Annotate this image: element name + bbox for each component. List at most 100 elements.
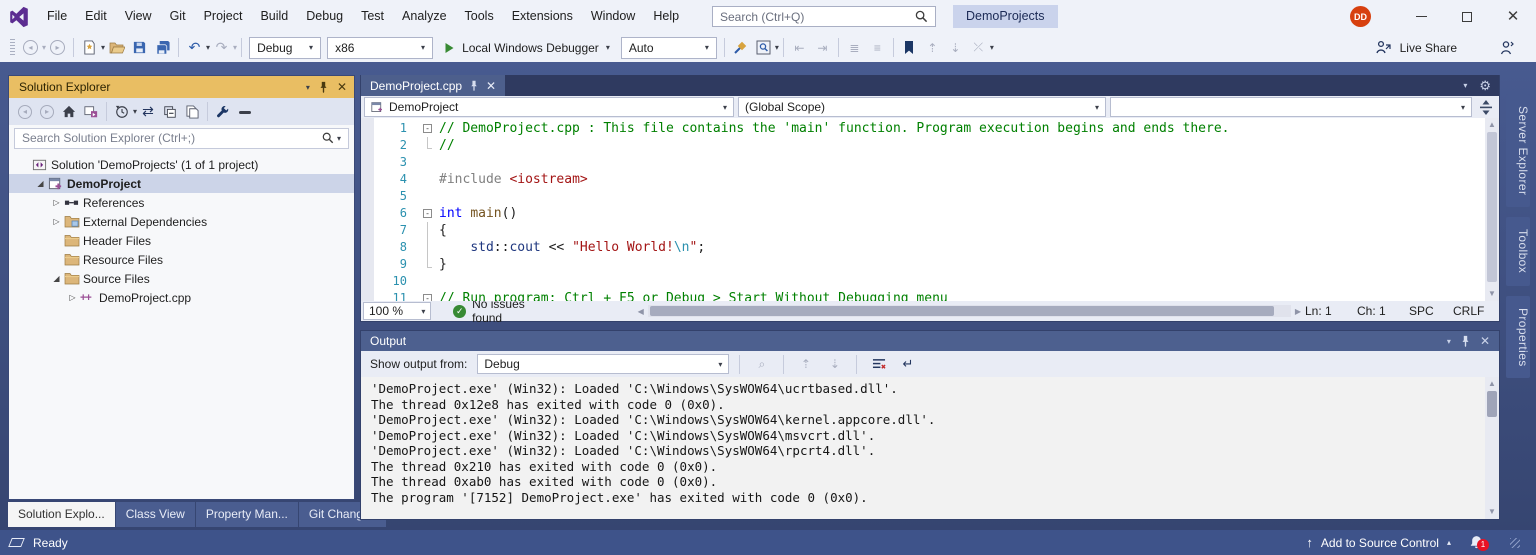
output-close-icon[interactable]: ✕ <box>1480 334 1490 348</box>
panel-tab-property-man[interactable]: Property Man... <box>195 502 298 527</box>
increase-indent-button[interactable]: ⇥ <box>811 37 834 59</box>
toolbar-overflow-dropdown[interactable]: ▾ <box>990 43 994 52</box>
se-back-button[interactable]: ◂ <box>14 101 36 123</box>
document-tab-active[interactable]: DemoProject.cpp ✕ <box>361 75 506 96</box>
clear-bookmarks-button[interactable]: ⤫ <box>967 37 990 59</box>
source-control-dropdown[interactable]: ▴ <box>1447 538 1451 547</box>
new-project-button[interactable] <box>78 37 101 59</box>
se-search-options-dropdown[interactable]: ▾ <box>337 134 341 143</box>
scrollbar-thumb[interactable] <box>1487 132 1497 282</box>
sync-with-active-document-button[interactable]: ⇄ <box>137 101 159 123</box>
tree-item-solution-demoprojects-1-of-1-project[interactable]: Solution 'DemoProjects' (1 of 1 project) <box>9 155 354 174</box>
status-column[interactable]: Ch: 1 <box>1357 304 1409 318</box>
minimize-button[interactable] <box>1398 0 1444 33</box>
h-scrollbar-thumb[interactable] <box>649 306 1274 316</box>
code-line-11[interactable]: 11 -// Run program: Ctrl + F5 or Debug > … <box>374 290 1499 301</box>
editor-horizontal-scrollbar[interactable]: ◀ ▶ <box>634 305 1305 317</box>
redo-dropdown[interactable]: ▾ <box>233 43 237 52</box>
show-all-files-button[interactable] <box>181 101 203 123</box>
output-log[interactable]: 'DemoProject.exe' (Win32): Loaded 'C:\Wi… <box>361 377 1499 519</box>
live-share-label[interactable]: Live Share <box>1400 41 1457 55</box>
home-button[interactable] <box>58 101 80 123</box>
pending-changes-filter-button[interactable] <box>111 101 133 123</box>
code-line-9[interactable]: 9} <box>374 256 1499 273</box>
output-source-combo[interactable]: Debug ▾ <box>477 354 730 374</box>
menu-build[interactable]: Build <box>251 0 297 33</box>
word-wrap-button[interactable]: ↵ <box>896 353 919 375</box>
output-pin-icon[interactable] <box>1461 335 1470 347</box>
maximize-button[interactable] <box>1444 0 1490 33</box>
tree-item-demoproject[interactable]: ◢ DemoProject <box>9 174 354 193</box>
code-line-6[interactable]: 6 - int main() <box>374 205 1499 222</box>
fold-collapse-icon[interactable]: - <box>422 120 439 137</box>
output-header[interactable]: Output ▾ ✕ <box>361 331 1499 351</box>
open-file-button[interactable] <box>105 37 128 59</box>
feedback-icon[interactable] <box>1499 40 1514 55</box>
redo-button[interactable]: ↷ <box>210 37 233 59</box>
panel-tab-solution-explo[interactable]: Solution Explo... <box>8 502 115 527</box>
code-line-4[interactable]: 4 #include <iostream> <box>374 171 1499 188</box>
attach-to-process-button[interactable] <box>729 37 752 59</box>
menu-tools[interactable]: Tools <box>456 0 503 33</box>
code-line-3[interactable]: 3 <box>374 154 1499 171</box>
navigate-forward-button[interactable]: ▸ <box>46 37 69 59</box>
editor-vertical-scrollbar[interactable]: ▲ ▼ <box>1485 118 1499 301</box>
decrease-indent-button[interactable]: ⇤ <box>788 37 811 59</box>
chevron-collapsed-icon[interactable]: ▷ <box>49 198 64 207</box>
fold-collapse-icon[interactable]: - <box>422 205 439 222</box>
start-debugging-dropdown[interactable]: ▾ <box>606 43 610 52</box>
document-health-indicator[interactable]: ✓ No issues found <box>453 297 555 325</box>
vertical-tab-properties[interactable]: Properties <box>1506 295 1530 379</box>
output-scrollbar-thumb[interactable] <box>1487 391 1497 417</box>
next-bookmark-button[interactable]: ⇣ <box>944 37 967 59</box>
split-editor-icon[interactable] <box>1476 99 1496 115</box>
scroll-right-icon[interactable]: ▶ <box>1291 307 1305 316</box>
undo-button[interactable]: ↶ <box>183 37 206 59</box>
menu-extensions[interactable]: Extensions <box>503 0 582 33</box>
chevron-collapsed-icon[interactable]: ▷ <box>65 293 80 302</box>
menu-debug[interactable]: Debug <box>297 0 352 33</box>
code-line-5[interactable]: 5 <box>374 188 1499 205</box>
menu-view[interactable]: View <box>116 0 161 33</box>
menu-edit[interactable]: Edit <box>76 0 116 33</box>
pin-icon[interactable] <box>319 81 328 93</box>
start-debugging-button[interactable]: Local Windows Debugger ▾ <box>436 36 618 60</box>
vertical-tab-toolbox[interactable]: Toolbox <box>1506 217 1530 286</box>
se-search-input[interactable]: Search Solution Explorer (Ctrl+;) ▾ <box>14 127 349 149</box>
output-scroll-up-icon[interactable]: ▲ <box>1488 377 1496 391</box>
tree-item-demoproject-cpp[interactable]: ▷ ++ DemoProject.cpp <box>9 288 354 307</box>
scroll-left-icon[interactable]: ◀ <box>634 307 648 316</box>
collapse-all-button[interactable] <box>159 101 181 123</box>
status-line-ending[interactable]: CRLF <box>1453 304 1487 318</box>
find-in-files-button[interactable] <box>752 37 775 59</box>
solution-platforms-combo[interactable]: x86 ▾ <box>327 36 434 59</box>
menu-project[interactable]: Project <box>195 0 252 33</box>
scroll-down-icon[interactable]: ▼ <box>1488 287 1496 301</box>
close-panel-icon[interactable]: ✕ <box>337 80 347 94</box>
tree-item-external-dependencies[interactable]: ▷ External Dependencies <box>9 212 354 231</box>
code-line-7[interactable]: 7{ <box>374 222 1499 239</box>
window-position-dropdown[interactable]: ▾ <box>306 83 310 92</box>
tree-item-references[interactable]: ▷ References <box>9 193 354 212</box>
code-line-10[interactable]: 10 <box>374 273 1499 290</box>
close-button[interactable]: ✕ <box>1490 0 1536 33</box>
status-line[interactable]: Ln: 1 <box>1305 304 1357 318</box>
menu-analyze[interactable]: Analyze <box>393 0 455 33</box>
properties-wrench-button[interactable] <box>212 101 234 123</box>
tree-item-source-files[interactable]: ◢ Source Files <box>9 269 354 288</box>
zoom-level-combo[interactable]: 100 % ▾ <box>363 302 432 320</box>
menu-file[interactable]: File <box>38 0 76 33</box>
resize-grip[interactable] <box>1510 537 1520 548</box>
solution-name-badge[interactable]: DemoProjects <box>953 5 1058 28</box>
previous-message-button[interactable]: ⇡ <box>794 353 817 375</box>
uncomment-button[interactable]: ≡ <box>866 37 889 59</box>
output-vertical-scrollbar[interactable]: ▲ ▼ <box>1485 377 1499 519</box>
navigate-back-button[interactable]: ◂ <box>19 37 42 59</box>
chevron-expanded-icon[interactable]: ◢ <box>49 274 64 283</box>
code-line-1[interactable]: 1 -// DemoProject.cpp : This file contain… <box>374 120 1499 137</box>
notifications-button[interactable]: 1 <box>1469 535 1489 551</box>
tab-close-icon[interactable]: ✕ <box>486 79 496 93</box>
editor-settings-gear-icon[interactable]: ⚙ <box>1479 78 1491 94</box>
solution-configurations-combo[interactable]: Debug ▾ <box>249 36 322 59</box>
code-line-8[interactable]: 8 std::cout << "Hello World!\n"; <box>374 239 1499 256</box>
